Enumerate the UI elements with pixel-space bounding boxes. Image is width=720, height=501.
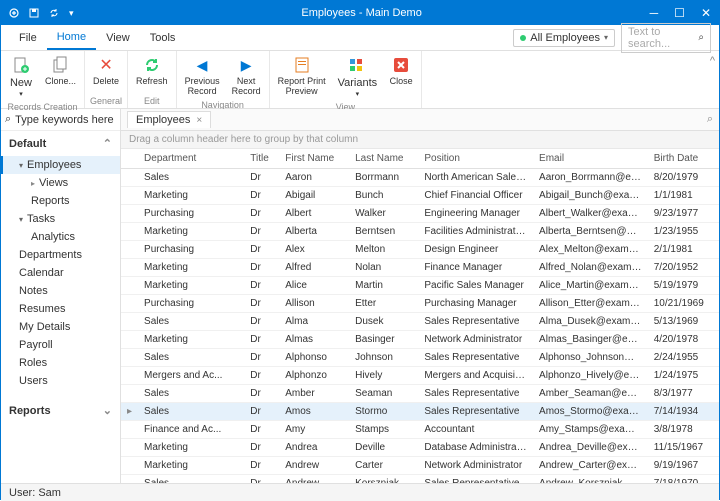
table-row[interactable]: Mergers and Ac...DrAlphonzoHivelyMergers… (121, 367, 719, 385)
table-row[interactable]: MarketingDrAlbertaBerntsenFacilities Adm… (121, 223, 719, 241)
col-birthdate[interactable]: Birth Date (648, 149, 719, 169)
clone-button[interactable]: Clone... (41, 53, 80, 101)
sidebar-item-reports[interactable]: Reports (1, 192, 120, 210)
col-position[interactable]: Position (418, 149, 533, 169)
menu-bar: File Home View Tools All Employees ▾ Tex… (1, 25, 719, 51)
sidebar-section-reports[interactable]: Reports⌄ (1, 398, 120, 423)
sidebar-item-payroll[interactable]: Payroll (1, 336, 120, 354)
ribbon-collapse-icon[interactable]: ^ (706, 51, 719, 108)
table-row[interactable]: PurchasingDrAlexMeltonDesign EngineerAle… (121, 241, 719, 259)
table-row[interactable]: ▸SalesDrAmosStormoSales RepresentativeAm… (121, 403, 719, 421)
table-row[interactable]: Finance and Ac...DrAmyStampsAccountantAm… (121, 421, 719, 439)
col-title[interactable]: Title (244, 149, 279, 169)
table-row[interactable]: MarketingDrAndreaDevilleDatabase Adminis… (121, 439, 719, 457)
sidebar-section-default[interactable]: Default⌃ (1, 131, 120, 156)
table-row[interactable]: MarketingDrAbigailBunchChief Financial O… (121, 187, 719, 205)
close-button[interactable]: Close (385, 53, 417, 101)
table-row[interactable]: MarketingDrAliceMartinPacific Sales Mana… (121, 277, 719, 295)
table-row[interactable]: SalesDrAlphonsoJohnsonSales Representati… (121, 349, 719, 367)
chevron-down-icon: ⌄ (103, 404, 112, 417)
quick-save-icon[interactable] (29, 8, 39, 18)
sidebar-item-calendar[interactable]: Calendar (1, 264, 120, 282)
minimize-button[interactable]: ─ (650, 6, 659, 20)
quick-new-icon[interactable] (9, 8, 19, 18)
table-row[interactable]: PurchasingDrAlbertWalkerEngineering Mana… (121, 205, 719, 223)
sidebar: ⌕Type keywords here Default⌃ ▾Employees … (1, 109, 121, 483)
table-row[interactable]: MarketingDrAlfredNolanFinance ManagerAlf… (121, 259, 719, 277)
new-button[interactable]: New▾ (5, 53, 37, 101)
window-title: Employees - Main Demo (74, 7, 650, 19)
search-icon: ⌕ (698, 32, 704, 43)
sidebar-item-roles[interactable]: Roles (1, 354, 120, 372)
table-row[interactable]: SalesDrAaronBorrmannNorth American Sales… (121, 169, 719, 187)
table-row[interactable]: MarketingDrAlmasBasingerNetwork Administ… (121, 331, 719, 349)
table-row[interactable]: SalesDrAlmaDusekSales RepresentativeAlma… (121, 313, 719, 331)
status-user: User: Sam (9, 487, 61, 499)
title-bar: ▾ Employees - Main Demo ─ ☐ ✕ (1, 1, 719, 25)
menu-view[interactable]: View (96, 25, 140, 50)
chevron-up-icon: ⌃ (103, 137, 112, 150)
ribbon-group-general: General (89, 95, 123, 106)
menu-tools[interactable]: Tools (140, 25, 186, 50)
chevron-down-icon: ▾ (19, 161, 23, 170)
main-content: Employees × ⌕ Drag a column header here … (121, 109, 719, 483)
maximize-button[interactable]: ☐ (674, 6, 685, 20)
sidebar-item-views[interactable]: ▸Views (1, 174, 120, 192)
delete-button[interactable]: ✕Delete (89, 53, 123, 95)
refresh-button[interactable]: Refresh (132, 53, 172, 95)
table-row[interactable]: MarketingDrAndrewCarterNetwork Administr… (121, 457, 719, 475)
report-preview-button[interactable]: Report Print Preview (274, 53, 330, 101)
menu-home[interactable]: Home (47, 25, 96, 50)
col-firstname[interactable]: First Name (279, 149, 349, 169)
filter-label: All Employees (530, 32, 600, 44)
menu-file[interactable]: File (9, 25, 47, 50)
ribbon-group-edit: Edit (132, 95, 172, 106)
table-row[interactable]: SalesDrAndrewKorszniakSales Representati… (121, 475, 719, 484)
data-grid[interactable]: Department Title First Name Last Name Po… (121, 149, 719, 483)
table-row[interactable]: PurchasingDrAllisonEtterPurchasing Manag… (121, 295, 719, 313)
tab-search-icon[interactable]: ⌕ (707, 113, 713, 126)
col-department[interactable]: Department (138, 149, 244, 169)
group-by-header[interactable]: Drag a column header here to group by th… (121, 131, 719, 149)
sidebar-item-notes[interactable]: Notes (1, 282, 120, 300)
sidebar-item-analytics[interactable]: Analytics (1, 228, 120, 246)
sidebar-item-users[interactable]: Users (1, 372, 120, 390)
global-search-input[interactable]: Text to search... ⌕ (621, 23, 711, 53)
ribbon: New▾ Clone... Records Creation ✕Delete G… (1, 51, 719, 109)
close-window-button[interactable]: ✕ (701, 6, 711, 20)
col-lastname[interactable]: Last Name (349, 149, 418, 169)
tab-employees[interactable]: Employees × (127, 111, 211, 128)
sidebar-item-mydetails[interactable]: My Details (1, 318, 120, 336)
search-icon: ⌕ (5, 113, 11, 126)
sidebar-item-resumes[interactable]: Resumes (1, 300, 120, 318)
prev-record-button[interactable]: ◀Previous Record (181, 53, 224, 99)
sidebar-search-input[interactable]: ⌕Type keywords here (1, 109, 120, 131)
sidebar-item-departments[interactable]: Departments (1, 246, 120, 264)
next-record-button[interactable]: ▶Next Record (228, 53, 265, 99)
filter-status-icon (520, 35, 526, 41)
sidebar-item-tasks[interactable]: ▾Tasks (1, 210, 120, 228)
filter-dropdown[interactable]: All Employees ▾ (513, 29, 615, 47)
status-bar: User: Sam (1, 483, 719, 501)
document-tabs: Employees × ⌕ (121, 109, 719, 131)
quick-refresh-icon[interactable] (49, 8, 59, 18)
variants-button[interactable]: Variants▾ (334, 53, 382, 101)
sidebar-item-employees[interactable]: ▾Employees (1, 156, 120, 174)
col-email[interactable]: Email (533, 149, 648, 169)
chevron-down-icon: ▾ (604, 33, 608, 42)
table-row[interactable]: SalesDrAmberSeamanSales RepresentativeAm… (121, 385, 719, 403)
close-tab-icon[interactable]: × (196, 115, 202, 126)
